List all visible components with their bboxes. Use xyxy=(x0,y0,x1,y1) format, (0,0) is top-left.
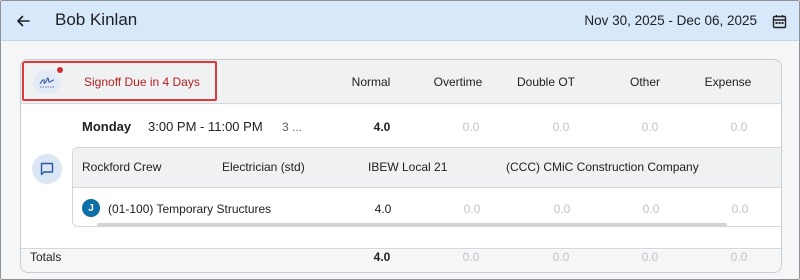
job-double-ot: 0.0 xyxy=(553,202,571,216)
entry-overtime: 0.0 xyxy=(462,120,480,134)
column-header-double-ot: Double OT xyxy=(516,75,576,89)
totals-row: Totals 4.0 0.0 0.0 0.0 0.0 xyxy=(21,250,781,272)
signature-icon[interactable] xyxy=(33,70,61,94)
totals-expense: 0.0 xyxy=(730,250,748,264)
entry-normal: 4.0 xyxy=(373,120,391,134)
job-normal: 4.0 xyxy=(374,202,392,216)
page-title: Bob Kinlan xyxy=(55,10,138,29)
horizontal-scrollbar[interactable] xyxy=(97,223,727,226)
union-label: IBEW Local 21 xyxy=(368,160,448,174)
entry-other: 0.0 xyxy=(641,120,659,134)
job-label[interactable]: (01-100) Temporary Structures xyxy=(108,202,271,216)
totals-normal: 4.0 xyxy=(373,250,391,264)
crew-label: Rockford Crew xyxy=(82,160,162,174)
totals-double-ot: 0.0 xyxy=(552,250,570,264)
entry-double-ot: 0.0 xyxy=(552,120,570,134)
timecard-card: Signoff Due in 4 Days Normal Overtime Do… xyxy=(20,59,782,273)
calendar-button[interactable] xyxy=(769,11,789,31)
back-button[interactable] xyxy=(12,10,34,32)
entry-details-header: Rockford Crew Electrician (std) IBEW Loc… xyxy=(73,148,781,188)
trade-label: Electrician (std) xyxy=(222,160,305,174)
top-bar: Bob Kinlan Nov 30, 2025 - Dec 06, 2025 xyxy=(1,1,799,41)
column-header-other: Other xyxy=(629,75,660,89)
entry-time: 3:00 PM - 11:00 PM xyxy=(148,119,263,134)
notification-dot xyxy=(57,67,63,73)
entry-expense: 0.0 xyxy=(730,120,748,134)
column-header-normal: Normal xyxy=(351,75,391,89)
entry-details: Rockford Crew Electrician (std) IBEW Loc… xyxy=(72,147,781,227)
comment-button[interactable] xyxy=(32,154,62,184)
entry-extra: 3 ... xyxy=(282,120,303,134)
arrow-left-icon xyxy=(17,15,30,27)
signoff-status: Signoff Due in 4 Days xyxy=(84,75,200,89)
job-overtime: 0.0 xyxy=(463,202,481,216)
totals-other: 0.0 xyxy=(641,250,659,264)
totals-label: Totals xyxy=(30,250,62,264)
job-badge: J xyxy=(82,199,100,217)
column-header-overtime: Overtime xyxy=(433,75,483,89)
timecard-header-row: Signoff Due in 4 Days Normal Overtime Do… xyxy=(21,60,781,104)
calendar-icon xyxy=(772,14,786,28)
timecard-window: Bob Kinlan Nov 30, 2025 - Dec 06, 2025 S… xyxy=(0,0,800,280)
totals-overtime: 0.0 xyxy=(462,250,480,264)
company-label: (CCC) CMiC Construction Company xyxy=(506,160,699,174)
entry-day: Monday xyxy=(82,119,132,134)
job-other: 0.0 xyxy=(642,202,660,216)
job-expense: 0.0 xyxy=(731,202,749,216)
comment-icon xyxy=(40,162,54,176)
date-range[interactable]: Nov 30, 2025 - Dec 06, 2025 xyxy=(584,13,757,28)
column-header-expense: Expense xyxy=(704,75,752,89)
entry-row[interactable]: Monday 3:00 PM - 11:00 PM 3 ... 4.0 0.0 … xyxy=(21,105,781,249)
